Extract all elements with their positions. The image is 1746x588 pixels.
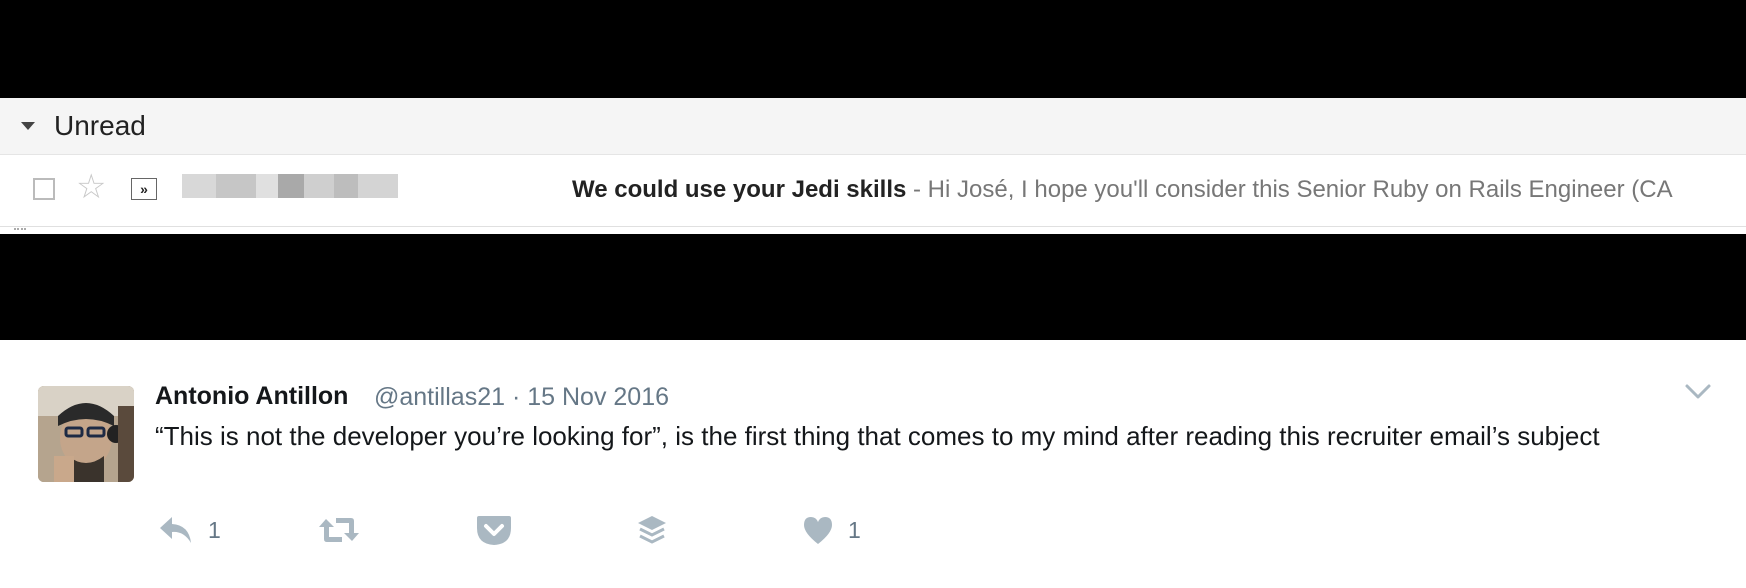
author-handle[interactable]: @antillas21 xyxy=(374,383,505,411)
buffer-button[interactable] xyxy=(636,508,668,552)
retweet-button[interactable] xyxy=(318,508,360,552)
tweet-meta: @antillas21 · 15 Nov 2016 xyxy=(374,383,669,412)
avatar[interactable] xyxy=(38,386,134,482)
reply-icon xyxy=(158,515,194,545)
subject-separator: - xyxy=(906,176,928,203)
pocket-icon xyxy=(476,514,512,546)
importance-marker-icon[interactable]: » xyxy=(131,178,157,200)
section-title: Unread xyxy=(54,110,146,141)
unread-section-header[interactable]: Unread xyxy=(0,98,1746,155)
reply-button[interactable]: 1 xyxy=(158,508,221,552)
email-subject-line[interactable]: We could use your Jedi skills - Hi José,… xyxy=(572,176,1673,204)
email-row[interactable]: ☆ » We could use your Jedi skills - Hi J… xyxy=(0,158,1746,227)
black-band-top xyxy=(0,0,1746,98)
gmail-inbox-panel: Unread ☆ » We could use your Jedi skills… xyxy=(0,98,1746,234)
reply-count: 1 xyxy=(208,516,221,543)
tweet-date[interactable]: 15 Nov 2016 xyxy=(527,383,669,411)
tweet-text: “This is not the developer you’re lookin… xyxy=(155,421,1600,451)
retweet-icon xyxy=(318,515,360,545)
sender-name-redacted xyxy=(182,174,398,198)
author-name[interactable]: Antonio Antillon xyxy=(155,382,348,411)
email-subject: We could use your Jedi skills xyxy=(572,176,907,203)
meta-dot: · xyxy=(505,383,528,411)
heart-icon xyxy=(802,515,834,545)
checkbox-icon[interactable] xyxy=(33,178,55,200)
caret-down-icon[interactable] xyxy=(21,122,35,130)
like-button[interactable]: 1 xyxy=(802,508,861,552)
star-icon[interactable]: ☆ xyxy=(76,170,106,204)
email-snippet: Hi José, I hope you'll consider this Sen… xyxy=(927,176,1673,203)
like-count: 1 xyxy=(848,516,861,543)
tweet-card: Antonio Antillon @antillas21 · 15 Nov 20… xyxy=(0,340,1746,588)
chevron-down-icon[interactable] xyxy=(1684,382,1712,402)
black-band-middle xyxy=(0,234,1746,340)
buffer-icon xyxy=(636,514,668,546)
tweet-actions: 1 1 xyxy=(0,508,1746,552)
pocket-button[interactable] xyxy=(476,508,512,552)
